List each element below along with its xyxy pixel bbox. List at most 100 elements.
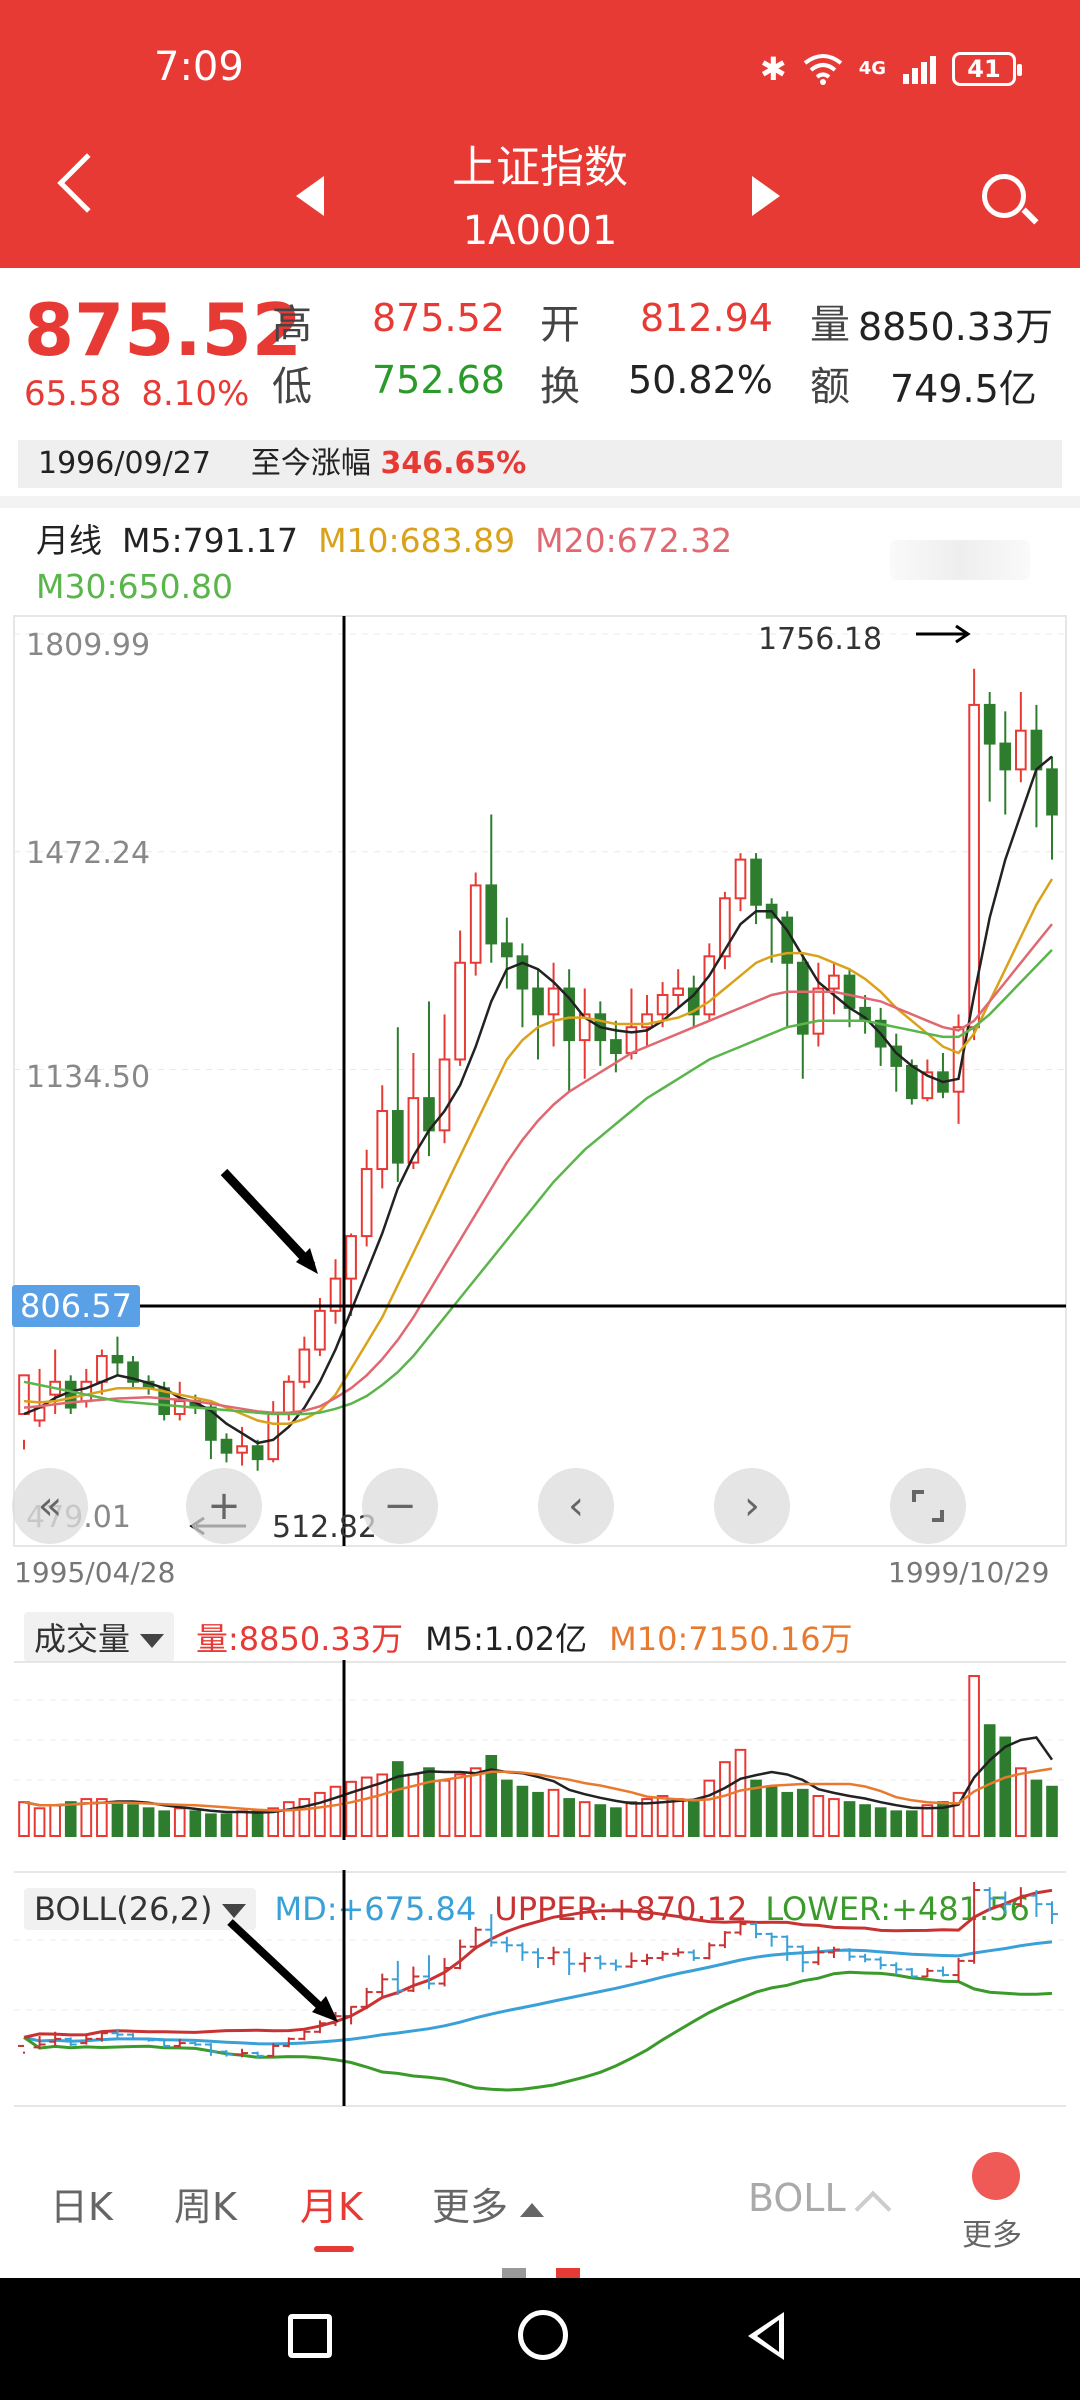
tab-month-k[interactable]: 月K — [300, 2176, 363, 2231]
volume-bar — [111, 1801, 124, 1837]
price-change: 65.58 8.10% — [24, 374, 269, 414]
next-stock-icon[interactable] — [752, 176, 780, 216]
indicator-selector[interactable]: BOLL — [748, 2176, 892, 2227]
since-label: 至今涨幅 — [250, 446, 371, 481]
expand-up-icon — [520, 2202, 545, 2217]
boll-chart[interactable] — [0, 1870, 1080, 2110]
candle-body — [532, 987, 544, 1016]
system-back-icon[interactable] — [748, 2312, 784, 2360]
volume-bar — [501, 1779, 513, 1838]
volume-legend: 成交量 量:8850.33万 M5:1.02亿 M10:7150.16万 — [24, 1612, 853, 1662]
candle-body — [236, 1445, 248, 1454]
candle-body — [983, 703, 996, 745]
fullscreen-button[interactable] — [890, 1468, 966, 1544]
chevron-up-icon — [854, 2190, 892, 2227]
high-value: 875.52 — [372, 296, 505, 340]
search-icon[interactable] — [982, 174, 1026, 218]
max-price-label: 1756.18 — [758, 622, 883, 657]
amount-label: 额 — [810, 364, 850, 410]
quote-date: 1996/09/27 — [38, 446, 211, 481]
volume-bar — [594, 1804, 607, 1838]
volume-selector[interactable]: 成交量 — [24, 1612, 175, 1662]
bluetooth-icon: ✱ — [759, 50, 787, 88]
candle-body — [1030, 729, 1043, 771]
y-tick-1: 1809.99 — [26, 628, 151, 663]
candle-body — [1046, 768, 1058, 816]
home-icon[interactable] — [518, 2310, 568, 2360]
open-value: 812.94 — [640, 296, 773, 340]
candle-body — [282, 1380, 295, 1416]
volume-m5: M5:1.02亿 — [425, 1620, 588, 1658]
change-value: 65.58 — [24, 374, 122, 414]
volume-bar — [1015, 1767, 1027, 1837]
scroll-left-button[interactable]: ‹ — [538, 1468, 614, 1544]
battery-level: 41 — [967, 55, 1001, 83]
since-value: 346.65% — [380, 446, 527, 481]
battery-icon: 41 — [952, 52, 1022, 86]
volume-bar — [33, 1807, 46, 1838]
volume-bar — [532, 1791, 544, 1838]
volume-bar — [672, 1798, 685, 1837]
candle-body — [345, 1235, 357, 1280]
candle-body — [469, 884, 482, 964]
volume-value: 量:8850.33万 — [196, 1620, 404, 1658]
divider — [0, 496, 1080, 508]
volume-bar — [64, 1801, 77, 1837]
page-indicator-1 — [502, 2268, 526, 2278]
volume-bar — [687, 1801, 700, 1837]
price-chart[interactable] — [0, 612, 1080, 1562]
tab-more[interactable]: 更多 — [432, 2176, 545, 2231]
volume-bar — [345, 1780, 357, 1837]
candle-body — [516, 955, 529, 990]
more-menu-icon[interactable] — [972, 2152, 1020, 2200]
more-menu-label[interactable]: 更多 — [962, 2210, 1022, 2254]
candle-body — [610, 1039, 622, 1055]
zoom-out-button[interactable]: − — [362, 1468, 438, 1544]
volume-bar — [843, 1801, 856, 1837]
scroll-left-fast-button[interactable]: « — [12, 1468, 88, 1544]
volume-bar — [251, 1810, 264, 1837]
volume-bar — [719, 1761, 731, 1837]
ma5-value: M5:791.17 — [122, 521, 299, 560]
volume-bar — [968, 1675, 980, 1837]
candle-body — [391, 1110, 404, 1164]
volume-bar — [142, 1807, 155, 1838]
fullscreen-icon — [912, 1490, 944, 1522]
ma20-value: M20:672.32 — [535, 521, 733, 560]
volume-bar — [812, 1795, 825, 1837]
zoom-in-button[interactable]: + — [186, 1468, 262, 1544]
volume-bar — [49, 1804, 61, 1838]
volume-bar — [905, 1810, 918, 1837]
candle-body — [438, 1058, 451, 1132]
volume-bar — [485, 1755, 498, 1837]
period-tabs: 日K 周K 月K 更多 BOLL — [0, 2140, 1080, 2270]
volume-bar — [236, 1810, 248, 1837]
high-label: 高 — [272, 302, 312, 348]
candle-body — [80, 1380, 93, 1403]
zoom-out-icon: − — [383, 1483, 417, 1529]
volume-chart[interactable] — [0, 1660, 1080, 1840]
candle-body — [96, 1354, 108, 1383]
y-tick-3: 1134.50 — [26, 1060, 151, 1095]
volume-bar — [329, 1785, 342, 1838]
scroll-right-button[interactable]: › — [714, 1468, 790, 1544]
volume-bar — [220, 1813, 233, 1837]
volume-bar — [1046, 1785, 1058, 1838]
volume-value: 8850.33万 — [858, 305, 1054, 349]
volume-bar — [438, 1779, 451, 1838]
candle-body — [251, 1445, 264, 1461]
recent-apps-icon[interactable] — [288, 2314, 332, 2358]
period-label: 月线 — [36, 521, 102, 560]
candle-body — [656, 993, 669, 1016]
volume-bar — [796, 1788, 809, 1838]
turnover-value: 50.82% — [628, 358, 773, 402]
volume-bar — [765, 1785, 778, 1838]
volume-selector-label: 成交量 — [34, 1620, 131, 1658]
date-end-label: 1999/10/29 — [888, 1556, 1050, 1589]
tab-week-k[interactable]: 周K — [174, 2176, 237, 2231]
active-tab-indicator — [314, 2246, 354, 2252]
tab-day-k[interactable]: 日K — [50, 2176, 113, 2231]
change-percent: 8.10% — [141, 374, 250, 414]
tab-more-label: 更多 — [432, 2185, 509, 2229]
volume-bar — [563, 1798, 575, 1837]
